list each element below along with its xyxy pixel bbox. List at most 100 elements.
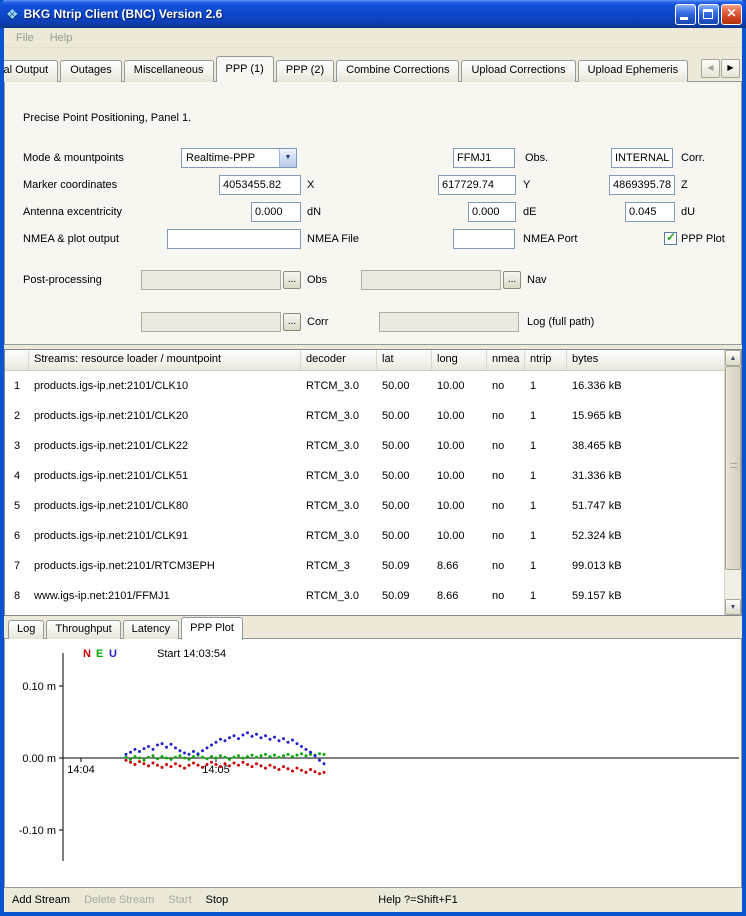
svg-text:0.00 m: 0.00 m	[22, 753, 56, 765]
stream-row[interactable]: 5products.igs-ip.net:2101/CLK80RTCM_3.05…	[5, 491, 724, 521]
cell-dec: RTCM_3.0	[301, 470, 377, 482]
streams-rows: 1products.igs-ip.net:2101/CLK10RTCM_3.05…	[5, 371, 741, 611]
marker-z-field[interactable]	[609, 175, 675, 195]
title-bar[interactable]: ❖ BKG Ntrip Client (BNC) Version 2.6 ✕	[0, 0, 746, 28]
post-nav-browse-button[interactable]: ...	[503, 271, 521, 289]
nmea-port-field[interactable]	[453, 229, 515, 249]
bottom-tab-ppp-plot[interactable]: PPP Plot	[181, 617, 243, 640]
menu-help[interactable]: Help	[44, 30, 79, 46]
add-stream-button[interactable]: Add Stream	[12, 894, 70, 906]
scrollbar-thumb[interactable]	[725, 366, 741, 570]
marker-y-field[interactable]	[438, 175, 516, 195]
cell-ntrip: 1	[525, 410, 567, 422]
post-obs-browse-button[interactable]: ...	[283, 271, 301, 289]
tab-upload-corrections[interactable]: Upload Corrections	[461, 60, 575, 82]
cell-dec: RTCM_3.0	[301, 590, 377, 602]
ppp-plot-checkbox[interactable]	[664, 232, 677, 245]
stream-row[interactable]: 3products.igs-ip.net:2101/CLK22RTCM_3.05…	[5, 431, 724, 461]
combo-dropdown-icon[interactable]: ▼	[279, 149, 296, 167]
cell-lat: 50.00	[377, 530, 432, 542]
bottom-tab-latency[interactable]: Latency	[123, 620, 180, 639]
cell-num: 1	[5, 380, 29, 392]
cell-num: 5	[5, 500, 29, 512]
cell-ntrip: 1	[525, 590, 567, 602]
ppp-plot-canvas: 0.10 m0.00 m-0.10 m14:0414:05NEUStart 14…	[5, 639, 741, 887]
start-button[interactable]: Start	[168, 894, 191, 906]
bottom-tab-log[interactable]: Log	[8, 620, 44, 639]
cell-lat: 50.09	[377, 590, 432, 602]
stream-row[interactable]: 2products.igs-ip.net:2101/CLK20RTCM_3.05…	[5, 401, 724, 431]
tab-outages[interactable]: Outages	[60, 60, 122, 82]
post-obs-field	[141, 270, 281, 290]
cell-num: 3	[5, 440, 29, 452]
antenna-dn-field[interactable]	[251, 202, 301, 222]
cell-bytes: 52.324 kB	[567, 530, 724, 542]
cell-nmea: no	[487, 500, 525, 512]
streams-table: Streams: resource loader / mountpointdec…	[4, 349, 742, 616]
cell-long: 10.00	[432, 440, 487, 452]
tab-scroll-left-icon[interactable]: ◀	[701, 59, 720, 78]
post-corr-browse-button[interactable]: ...	[283, 313, 301, 331]
stream-row[interactable]: 7products.igs-ip.net:2101/RTCM3EPHRTCM_3…	[5, 551, 724, 581]
ppp1-panel: Precise Point Positioning, Panel 1. Mode…	[4, 81, 742, 345]
cell-num: 7	[5, 560, 29, 572]
header-cell-0	[5, 350, 29, 370]
y-label: Y	[523, 179, 530, 191]
cell-nmea: no	[487, 470, 525, 482]
de-label: dE	[523, 206, 536, 218]
post-log-label: Log (full path)	[527, 316, 594, 328]
tab-ppp-1[interactable]: PPP (1)	[216, 56, 274, 82]
minimize-button[interactable]	[675, 4, 696, 25]
antenna-de-field[interactable]	[468, 202, 516, 222]
stream-row[interactable]: 6products.igs-ip.net:2101/CLK91RTCM_3.05…	[5, 521, 724, 551]
corr-mountpoint-field[interactable]	[611, 148, 673, 168]
status-bar: Add Stream Delete Stream Start Stop Help…	[4, 888, 742, 912]
bottom-tab-throughput[interactable]: Throughput	[46, 620, 120, 639]
cell-long: 10.00	[432, 530, 487, 542]
tab-strip: Serial OutputOutagesMiscellaneousPPP (1)…	[4, 55, 742, 82]
streams-scrollbar[interactable]: ▲ ▼	[724, 350, 741, 615]
stream-row[interactable]: 4products.igs-ip.net:2101/CLK51RTCM_3.05…	[5, 461, 724, 491]
marker-x-field[interactable]	[219, 175, 301, 195]
post-nav-label: Nav	[527, 274, 547, 286]
nmea-file-field[interactable]	[167, 229, 301, 249]
cell-ntrip: 1	[525, 440, 567, 452]
mode-combobox[interactable]: Realtime-PPP ▼	[181, 148, 297, 168]
cell-bytes: 51.747 kB	[567, 500, 724, 512]
nmea-plot-output-label: NMEA & plot output	[23, 233, 119, 245]
tab-miscellaneous[interactable]: Miscellaneous	[124, 60, 214, 82]
delete-stream-button[interactable]: Delete Stream	[84, 894, 154, 906]
help-hint: Help ?=Shift+F1	[378, 894, 458, 906]
scroll-up-icon[interactable]: ▲	[725, 350, 741, 366]
nmea-port-label: NMEA Port	[523, 233, 577, 245]
cell-nmea: no	[487, 410, 525, 422]
stream-row[interactable]: 8www.igs-ip.net:2101/FFMJ1RTCM_3.050.098…	[5, 581, 724, 611]
stream-row[interactable]: 1products.igs-ip.net:2101/CLK10RTCM_3.05…	[5, 371, 724, 401]
tab-upload-ephemeris[interactable]: Upload Ephemeris	[578, 60, 689, 82]
cell-bytes: 31.336 kB	[567, 470, 724, 482]
tab-scroll-buttons: ◀ ▶	[700, 59, 740, 78]
cell-lat: 50.00	[377, 410, 432, 422]
svg-text:14:04: 14:04	[67, 764, 95, 776]
tab-bar: Serial OutputOutagesMiscellaneousPPP (1)…	[4, 55, 742, 82]
stop-button[interactable]: Stop	[206, 894, 229, 906]
scroll-down-icon[interactable]: ▼	[725, 599, 741, 615]
post-corr-label: Corr	[307, 316, 328, 328]
tab-ppp-2[interactable]: PPP (2)	[276, 60, 334, 82]
tab-combine-corrections[interactable]: Combine Corrections	[336, 60, 459, 82]
close-button[interactable]: ✕	[721, 4, 742, 25]
obs-mountpoint-field[interactable]	[453, 148, 515, 168]
menu-file[interactable]: File	[10, 30, 40, 46]
maximize-button[interactable]	[698, 4, 719, 25]
antenna-du-field[interactable]	[625, 202, 675, 222]
dn-label: dN	[307, 206, 321, 218]
cell-long: 10.00	[432, 500, 487, 512]
cell-dec: RTCM_3.0	[301, 500, 377, 512]
tab-scroll-right-icon[interactable]: ▶	[721, 59, 740, 78]
cell-lat: 50.00	[377, 500, 432, 512]
cell-bytes: 15.965 kB	[567, 410, 724, 422]
cell-mp: products.igs-ip.net:2101/CLK20	[29, 410, 301, 422]
post-log-field	[379, 312, 519, 332]
cell-ntrip: 1	[525, 500, 567, 512]
tab-serial-output[interactable]: Serial Output	[4, 60, 58, 82]
